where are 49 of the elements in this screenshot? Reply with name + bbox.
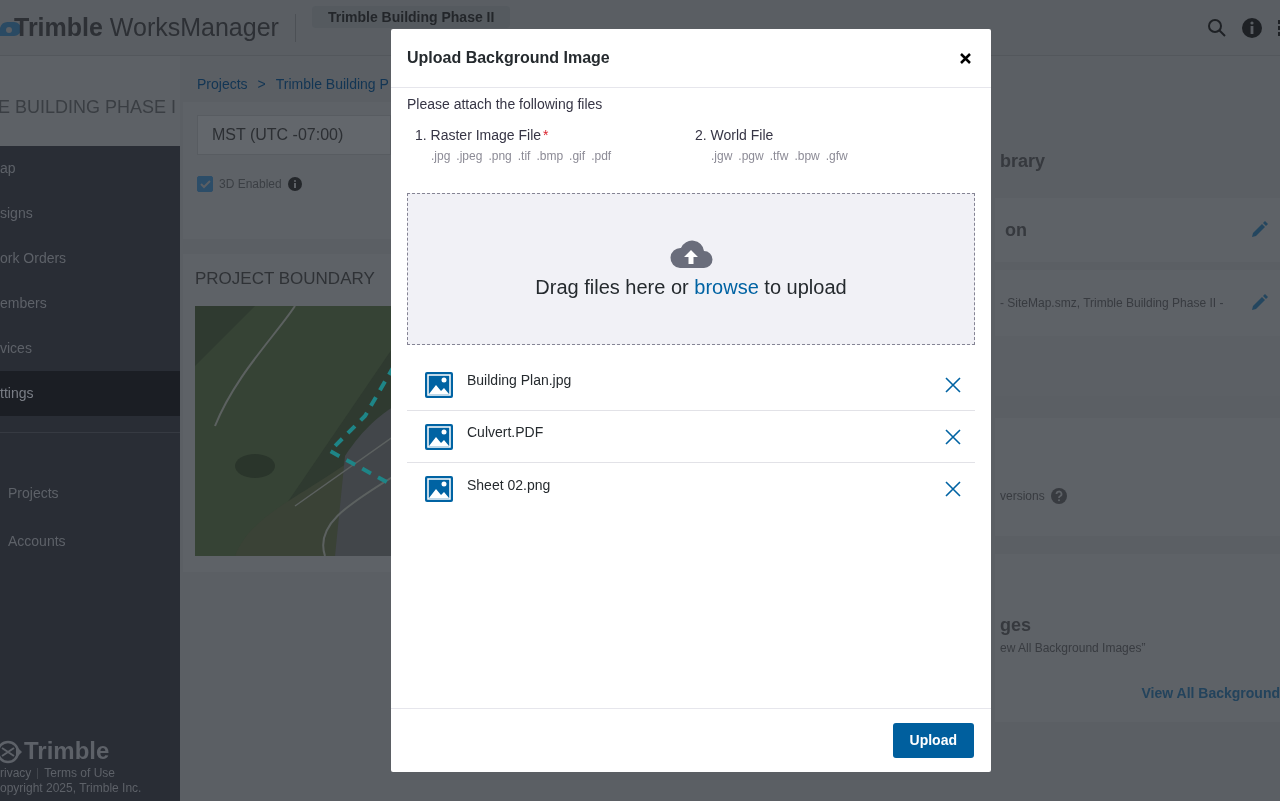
image-file-icon [425,476,453,502]
file-extension: .bmp [536,148,564,165]
pencil-icon[interactable] [1250,294,1268,312]
file-extension: .tfw [769,148,789,165]
timezone-field[interactable]: MST (UTC -07:00) [197,115,391,155]
image-file-icon [425,371,453,398]
file-extension: .gfw [825,148,848,165]
breadcrumb-link[interactable]: Projects [197,74,248,98]
sidebar-item[interactable]: ttings [0,371,180,416]
file-extension: .gif [569,148,586,165]
dropzone-text: Drag files here or browse to upload [535,275,847,300]
file-extension: .png [488,148,512,165]
close-button[interactable] [958,50,973,66]
image-file-icon [425,423,453,450]
breadcrumb-separator: > [257,75,266,94]
file-name: Culvert.PDF [467,423,545,442]
required-marker: * [543,127,549,143]
file-name: Sheet 02.png [467,475,552,495]
file-extension: .tif [517,148,531,165]
requirement-label: 1. Raster Image File [415,127,542,143]
dropzone[interactable]: Drag files here or browse to upload [407,193,975,345]
pencil-icon[interactable] [1250,221,1268,239]
check-icon [199,178,211,190]
file-extension: .pgw [738,148,764,165]
file-extension: .jgw [711,148,733,165]
remove-button[interactable] [945,428,961,445]
close-icon [945,481,961,497]
file-extension: .bpw [794,148,820,165]
requirement-label: 2. World File [695,127,774,143]
breadcrumb-link[interactable]: Trimble Building P [275,74,389,98]
info-icon[interactable] [287,177,302,191]
view-all-link[interactable]: View All Background [1141,685,1280,701]
instruction-text: Please attach the following files [407,95,604,114]
close-icon [960,52,971,64]
file-extension: .pdf [591,148,612,165]
close-icon [945,428,961,445]
file-extension: .jpg [431,148,451,165]
browse-link[interactable]: browse [694,276,759,298]
modal-title: Upload Background Image [407,48,610,68]
remove-button[interactable] [945,481,961,497]
search-icon[interactable] [1207,18,1226,37]
help-icon[interactable] [1050,488,1067,504]
upload-button[interactable]: Upload [892,723,974,758]
close-icon [945,376,961,393]
file-name: Building Plan.jpg [467,371,573,390]
remove-button[interactable] [945,376,961,393]
file-extension: .jpeg [456,148,483,165]
checkbox[interactable] [197,176,213,192]
info-icon[interactable] [1242,17,1262,38]
